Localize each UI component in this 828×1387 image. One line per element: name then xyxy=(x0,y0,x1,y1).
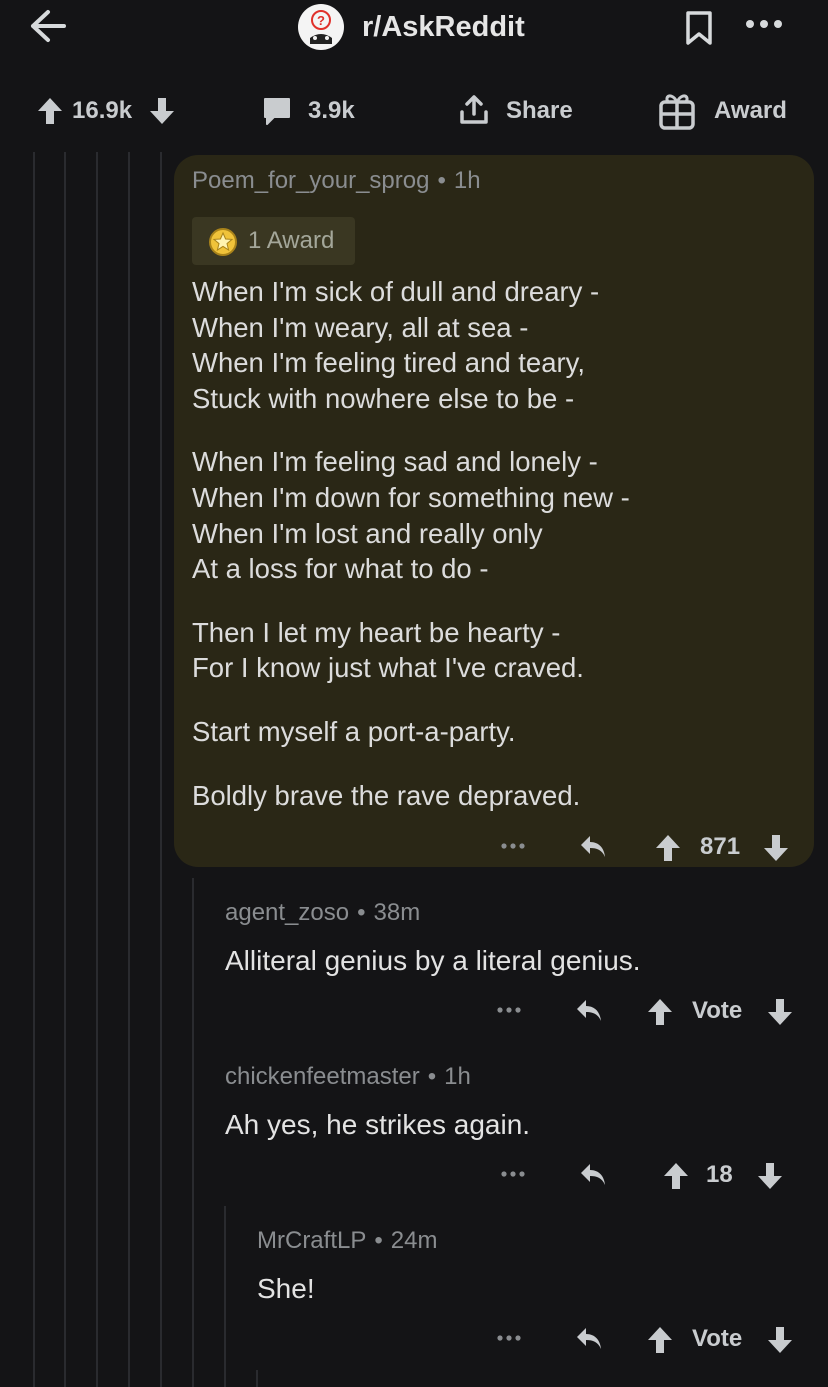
comment-meta: Poem_for_your_sprog • 1h xyxy=(192,167,481,194)
reply-icon[interactable] xyxy=(578,1161,608,1189)
vote-label: Vote xyxy=(692,1325,743,1352)
comment-actions: 18 xyxy=(0,1158,828,1194)
poem-line: Stuck with nowhere else to be - xyxy=(192,382,575,414)
thread-line[interactable] xyxy=(64,152,66,1387)
thread-line[interactable] xyxy=(224,1206,226,1387)
downvote-icon[interactable] xyxy=(148,96,176,126)
more-icon[interactable] xyxy=(500,842,526,850)
award-badge[interactable]: 1 Award xyxy=(192,217,355,265)
reply-icon[interactable] xyxy=(578,833,608,861)
post-actions: 16.9k 3.9k Share Award xyxy=(0,86,828,136)
comment-icon[interactable] xyxy=(262,96,292,126)
back-arrow-icon[interactable] xyxy=(28,8,68,44)
upvote-icon[interactable] xyxy=(646,1325,674,1355)
award-button[interactable]: Award xyxy=(714,96,787,126)
downvote-icon[interactable] xyxy=(766,997,794,1027)
comment-age: 24m xyxy=(390,1227,438,1254)
more-icon[interactable] xyxy=(500,1170,526,1178)
share-button[interactable]: Share xyxy=(506,96,573,126)
comment-age: 1h xyxy=(453,167,481,194)
more-icon[interactable] xyxy=(496,1334,522,1342)
comment-actions: 871 xyxy=(0,830,828,866)
subreddit-avatar-icon[interactable]: ? xyxy=(298,4,344,50)
subreddit-title[interactable]: r/AskReddit xyxy=(362,8,525,46)
poem-line: When I'm weary, all at sea - xyxy=(192,311,529,343)
poem-line: Then I let my heart be hearty - xyxy=(192,616,561,648)
award-count: 1 Award xyxy=(248,227,335,254)
poem-line: When I'm lost and really only xyxy=(192,517,543,549)
upvote-icon[interactable] xyxy=(654,833,682,863)
award-star-icon xyxy=(208,227,238,257)
comment-body: Ah yes, he strikes again. xyxy=(225,1109,531,1140)
comment-score: 18 xyxy=(706,1161,733,1188)
svg-text:?: ? xyxy=(317,13,325,28)
reply-icon[interactable] xyxy=(574,997,604,1025)
comment-body: When I'm sick of dull and dreary - When … xyxy=(192,274,802,841)
reply-icon[interactable] xyxy=(574,1325,604,1353)
comment-count[interactable]: 3.9k xyxy=(308,96,355,126)
thread-line[interactable] xyxy=(256,1370,258,1387)
downvote-icon[interactable] xyxy=(762,833,790,863)
top-bar: ? r/AskReddit xyxy=(0,0,828,60)
thread-line[interactable] xyxy=(160,152,162,1387)
comment-actions: Vote xyxy=(0,994,828,1030)
poem-line: When I'm down for something new - xyxy=(192,481,630,513)
stanza: When I'm sick of dull and dreary - When … xyxy=(192,274,802,416)
stanza: Boldly brave the rave depraved. xyxy=(192,778,802,814)
comment-score: 871 xyxy=(700,833,741,860)
poem-line: Start myself a port-a-party. xyxy=(192,715,516,747)
downvote-icon[interactable] xyxy=(766,1325,794,1355)
poem-line: When I'm sick of dull and dreary - xyxy=(192,276,600,307)
poem-line: For I know just what I've craved. xyxy=(192,652,584,684)
thread-line[interactable] xyxy=(33,152,35,1387)
comment-meta: agent_zoso • 38m xyxy=(225,899,421,926)
poem-line: Boldly brave the rave depraved. xyxy=(192,779,581,811)
comment-author[interactable]: chickenfeetmaster xyxy=(225,1063,420,1090)
comment-age: 1h xyxy=(444,1063,471,1090)
more-icon[interactable] xyxy=(744,18,784,30)
thread-line[interactable] xyxy=(128,152,130,1387)
post-score: 16.9k xyxy=(72,97,133,124)
stanza: When I'm feeling sad and lonely - When I… xyxy=(192,444,802,586)
upvote-icon[interactable] xyxy=(646,997,674,1027)
poem-line: At a loss for what to do - xyxy=(192,553,489,585)
comment-author[interactable]: MrCraftLP xyxy=(257,1227,366,1254)
comment-body: She! xyxy=(257,1273,315,1304)
bookmark-icon[interactable] xyxy=(684,10,714,46)
poem-line: When I'm feeling tired and teary, xyxy=(192,347,585,379)
upvote-icon[interactable] xyxy=(662,1161,690,1191)
thread-line[interactable] xyxy=(192,878,194,1387)
downvote-icon[interactable] xyxy=(756,1161,784,1191)
upvote-icon[interactable] xyxy=(36,96,64,126)
poem-line: When I'm feeling sad and lonely - xyxy=(192,446,598,478)
comment-meta: MrCraftLP • 24m xyxy=(257,1227,438,1254)
vote-label: Vote xyxy=(692,997,743,1024)
comment-body: Alliteral genius by a literal genius. xyxy=(225,945,641,976)
more-icon[interactable] xyxy=(496,1006,522,1014)
gift-icon[interactable] xyxy=(658,90,696,130)
comment-author[interactable]: agent_zoso xyxy=(225,899,349,926)
thread-line[interactable] xyxy=(96,152,98,1387)
stanza: Then I let my heart be hearty - For I kn… xyxy=(192,615,802,686)
comment-actions: Vote xyxy=(0,1322,828,1358)
stanza: Start myself a port-a-party. xyxy=(192,714,802,750)
share-icon[interactable] xyxy=(458,94,490,126)
comment-age: 38m xyxy=(373,899,421,926)
comment-author[interactable]: Poem_for_your_sprog xyxy=(192,167,429,194)
comment-meta: chickenfeetmaster • 1h xyxy=(225,1063,471,1090)
